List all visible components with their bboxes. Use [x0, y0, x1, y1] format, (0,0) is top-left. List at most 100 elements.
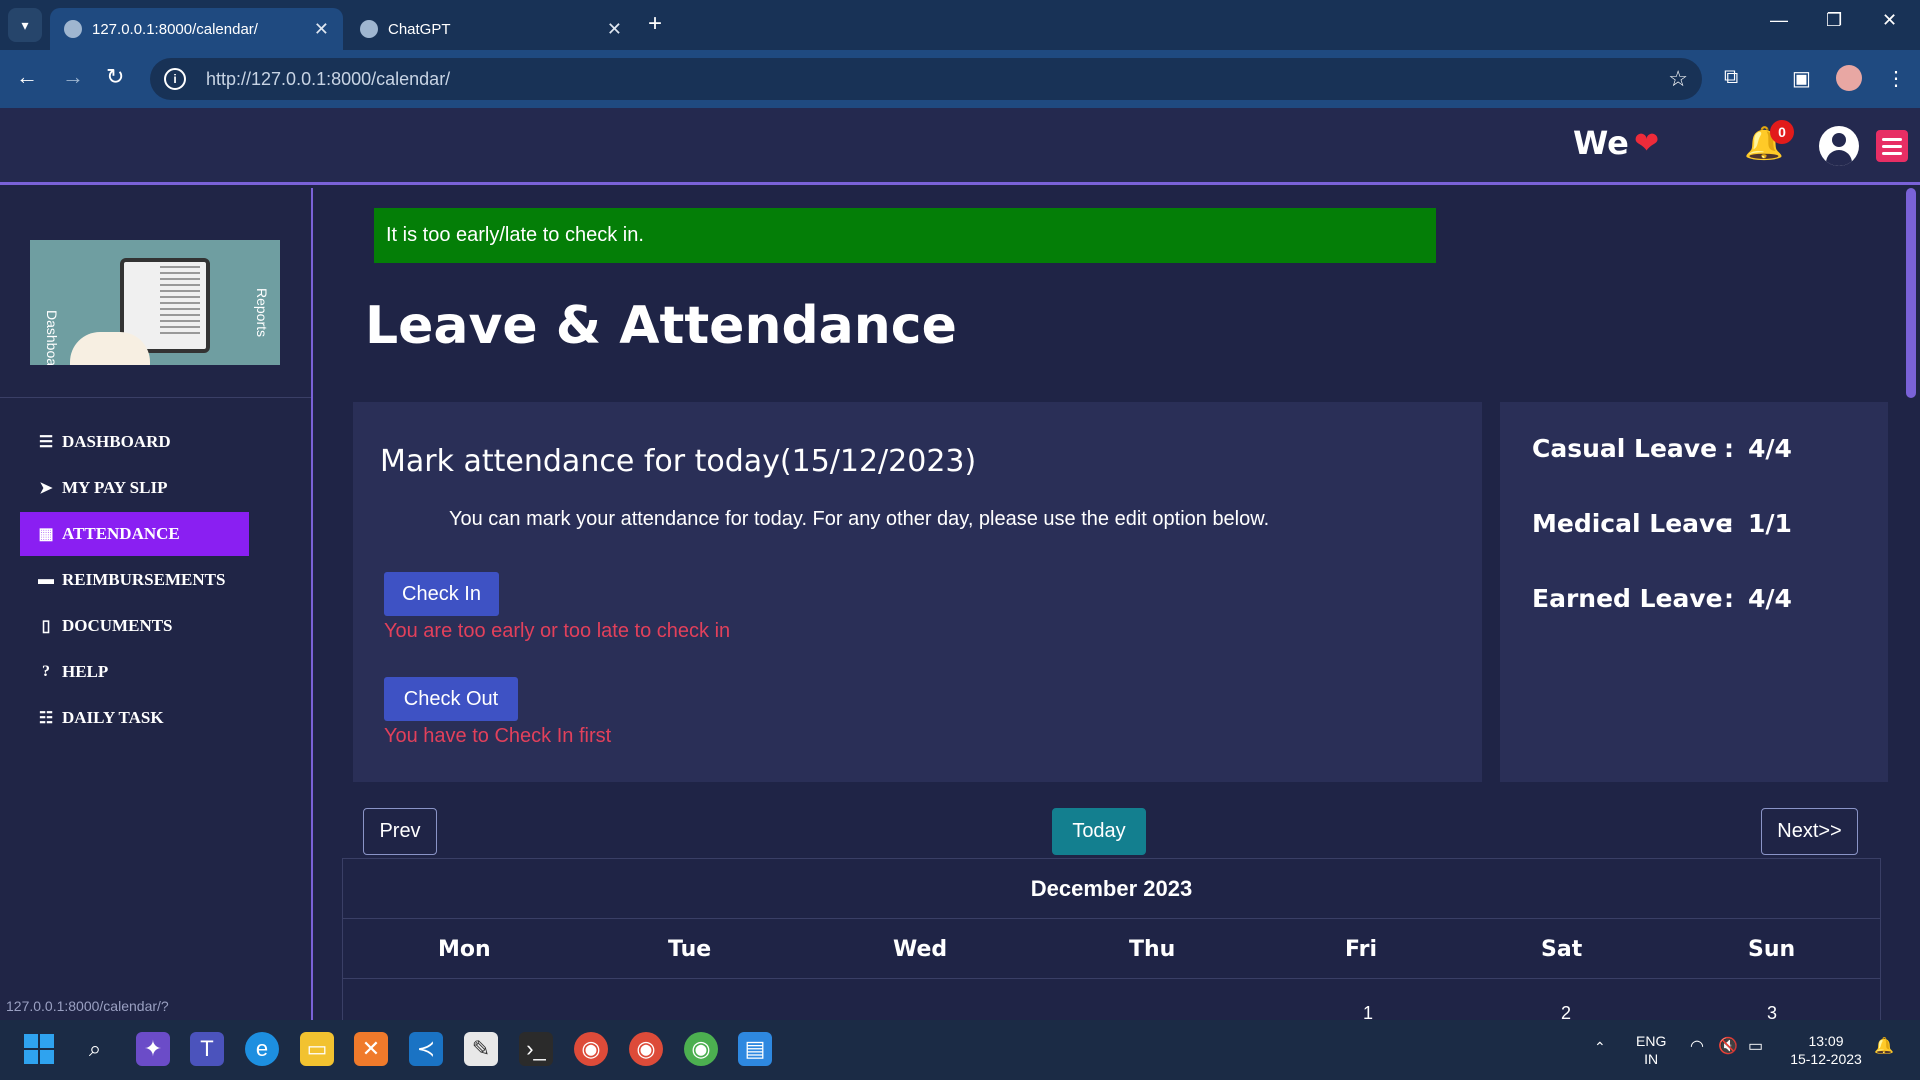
clock[interactable]: 13:09 15-12-2023 — [1786, 1032, 1866, 1068]
copilot-icon[interactable]: ✦ — [136, 1032, 170, 1066]
region-code: IN — [1644, 1051, 1659, 1067]
sidebar-item-label: MY PAY SLIP — [62, 478, 168, 497]
next-month-button[interactable]: Next>> — [1761, 808, 1858, 855]
reload-button[interactable]: ↻ — [106, 64, 124, 90]
browser-menu-icon[interactable]: ⋮ — [1886, 66, 1906, 91]
chrome-profile-icon[interactable]: ◉ — [629, 1032, 663, 1066]
sidebar-item-documents[interactable]: ▯ DOCUMENTS — [20, 604, 249, 648]
leave-label: Casual Leave — [1532, 434, 1718, 463]
logo-text-dashboards: Dashboards — [44, 310, 60, 365]
mark-attendance-description: You can mark your attendance for today. … — [449, 508, 1270, 530]
calendar-month-title: December 2023 — [343, 859, 1880, 919]
notes-app-icon[interactable]: ▤ — [738, 1032, 772, 1066]
language-indicator[interactable]: ENG IN — [1636, 1032, 1666, 1068]
weekday-sun: Sun — [1748, 937, 1796, 962]
question-circle-icon: ? — [42, 663, 50, 680]
teams-icon[interactable]: T — [190, 1032, 224, 1066]
new-tab-button[interactable]: + — [648, 10, 662, 38]
profile-avatar[interactable] — [1836, 65, 1862, 91]
chrome-dev-icon[interactable]: ◉ — [684, 1032, 718, 1066]
page-scrollbar[interactable] — [1906, 188, 1916, 1020]
wifi-icon[interactable]: ◠ — [1690, 1038, 1704, 1056]
extensions-icon[interactable]: ⧉ — [1724, 66, 1738, 89]
close-window-button[interactable]: ✕ — [1882, 10, 1897, 31]
forward-button[interactable]: → — [62, 64, 84, 90]
close-tab-icon[interactable]: ✕ — [607, 19, 622, 40]
clock-date: 15-12-2023 — [1790, 1051, 1862, 1067]
tab-calendar[interactable]: 127.0.0.1:8000/calendar/ ✕ — [50, 8, 343, 50]
check-out-button[interactable]: Check Out — [384, 677, 518, 721]
credit-card-icon: ▬ — [38, 571, 54, 588]
notification-badge: 0 — [1770, 120, 1794, 144]
user-account-icon[interactable] — [1819, 126, 1859, 166]
leave-balance-card: Casual Leave : 4/4 Medical Leave : 1/1 E… — [1500, 402, 1888, 782]
sidebar: Dashboards Reports ☰ DASHBOARD ➤ MY PAY … — [0, 188, 313, 1020]
tab-title: 127.0.0.1:8000/calendar/ — [92, 20, 258, 38]
today-button[interactable]: Today — [1052, 808, 1146, 855]
leave-label: Earned Leave — [1532, 584, 1723, 613]
edge-icon[interactable]: e — [245, 1032, 279, 1066]
sidebar-logo-image: Dashboards Reports — [30, 240, 280, 365]
tab-title: ChatGPT — [388, 20, 451, 38]
check-in-button[interactable]: Check In — [384, 572, 499, 616]
battery-icon[interactable]: ▭ — [1748, 1038, 1763, 1056]
search-icon[interactable]: ⌕ — [78, 1032, 112, 1066]
sidebar-item-label: DOCUMENTS — [62, 616, 173, 635]
logo-text-reports: Reports — [254, 288, 270, 338]
sidebar-item-my-pay-slip[interactable]: ➤ MY PAY SLIP — [20, 466, 249, 510]
calendar-icon: ▦ — [38, 526, 54, 543]
earned-leave-row: Earned Leave : 4/4 — [1532, 584, 1792, 613]
hamburger-menu-button[interactable] — [1876, 130, 1908, 162]
calendar-weekday-header: Mon Tue Wed Thu Fri Sat Sun — [343, 919, 1880, 979]
browser-toolbar: ← → ↻ i http://127.0.0.1:8000/calendar/ … — [0, 50, 1920, 108]
minimize-button[interactable]: — — [1770, 10, 1788, 31]
tab-search-button[interactable]: ▾ — [8, 8, 42, 42]
scrollbar-thumb[interactable] — [1906, 188, 1916, 398]
chatgpt-icon — [360, 20, 378, 38]
side-panel-icon[interactable]: ▣ — [1792, 66, 1811, 91]
sidebar-item-attendance[interactable]: ▦ ATTENDANCE — [20, 512, 249, 556]
address-bar[interactable]: i http://127.0.0.1:8000/calendar/ ☆ — [150, 58, 1702, 100]
weekday-mon: Mon — [438, 937, 491, 962]
close-tab-icon[interactable]: ✕ — [314, 19, 329, 40]
clock-time: 13:09 — [1808, 1033, 1844, 1049]
tasks-icon: ☷ — [38, 710, 54, 727]
sidebar-item-label: HELP — [62, 662, 109, 681]
chrome-icon[interactable]: ◉ — [574, 1032, 608, 1066]
paper-plane-icon: ➤ — [39, 480, 53, 497]
volume-muted-icon[interactable]: 🔇 — [1718, 1038, 1738, 1056]
leave-value: 4/4 — [1748, 434, 1792, 463]
bookmark-star-icon[interactable]: ☆ — [1668, 66, 1688, 92]
mark-attendance-card: Mark attendance for today(15/12/2023) Yo… — [353, 402, 1482, 782]
tray-overflow-icon[interactable]: ⌃ — [1594, 1038, 1606, 1056]
sidebar-item-label: REIMBURSEMENTS — [62, 570, 226, 589]
tab-chatgpt[interactable]: ChatGPT ✕ — [346, 8, 636, 50]
sidebar-item-label: DASHBOARD — [62, 432, 171, 451]
url-text[interactable]: http://127.0.0.1:8000/calendar/ — [206, 69, 450, 90]
file-explorer-icon[interactable]: ▭ — [300, 1032, 334, 1066]
sidebar-item-reimbursements[interactable]: ▬ REIMBURSEMENTS — [20, 558, 249, 602]
leave-label: Medical Leave — [1532, 509, 1733, 538]
sidebar-item-dashboard[interactable]: ☰ DASHBOARD — [20, 420, 249, 464]
alert-message: It is too early/late to check in. — [374, 208, 1436, 263]
site-info-icon[interactable]: i — [164, 68, 186, 90]
notification-center-icon[interactable]: 🔔 — [1874, 1038, 1894, 1056]
xampp-icon[interactable]: ✕ — [354, 1032, 388, 1066]
prev-month-button[interactable]: Prev — [363, 808, 437, 855]
windows-taskbar: ⌕ ✦ T e ▭ ✕ ≺ ✎ ›_ ◉ ◉ ◉ ▤ ⌃ ENG IN ◠ 🔇 … — [0, 1020, 1920, 1080]
terminal-icon[interactable]: ›_ — [519, 1032, 553, 1066]
page-title: Leave & Attendance — [365, 296, 957, 356]
sidebar-item-daily-task[interactable]: ☷ DAILY TASK — [20, 696, 249, 740]
sidebar-item-help[interactable]: ? HELP — [20, 650, 249, 694]
restore-button[interactable]: ❐ — [1826, 10, 1842, 31]
weekday-wed: Wed — [893, 937, 948, 962]
weekday-tue: Tue — [668, 937, 712, 962]
back-button[interactable]: ← — [16, 64, 38, 90]
notepad-icon[interactable]: ✎ — [464, 1032, 498, 1066]
vscode-icon[interactable]: ≺ — [409, 1032, 443, 1066]
leave-value: 4/4 — [1748, 584, 1792, 613]
weekday-fri: Fri — [1345, 937, 1378, 962]
windows-start-icon[interactable] — [22, 1032, 56, 1066]
calendar: December 2023 Mon Tue Wed Thu Fri Sat Su… — [342, 858, 1881, 1023]
sidebar-item-label: DAILY TASK — [62, 708, 164, 727]
